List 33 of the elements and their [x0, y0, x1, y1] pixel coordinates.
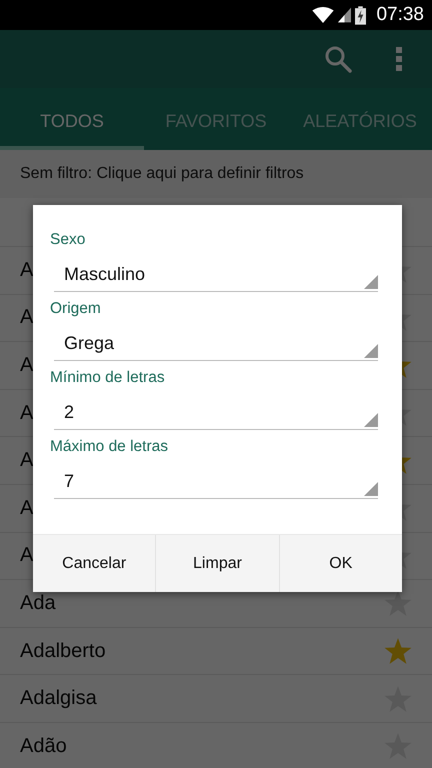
field-label: Máximo de letras: [50, 438, 170, 457]
star-icon[interactable]: [384, 637, 412, 666]
dropdown-triangle-icon: [364, 344, 378, 358]
name-label[interactable]: Adalgisa: [20, 687, 97, 710]
search-icon[interactable]: [324, 45, 352, 73]
dropdown-triangle-icon: [364, 413, 378, 427]
name-label[interactable]: Ada: [20, 592, 56, 615]
name-label[interactable]: A: [20, 402, 34, 425]
dropdown[interactable]: Masculino: [54, 258, 378, 292]
dropdown[interactable]: 2: [54, 396, 378, 430]
name-label[interactable]: A: [20, 449, 34, 472]
name-label[interactable]: A: [20, 496, 34, 520]
name-label[interactable]: Adalberto: [20, 640, 106, 663]
name-label[interactable]: A: [20, 258, 34, 282]
name-label[interactable]: A: [20, 544, 34, 568]
dropdown[interactable]: 7: [54, 465, 378, 499]
field-label: Mínimo de letras: [50, 369, 166, 388]
filter-bar[interactable]: Sem filtro: Clique aqui para definir filtros: [0, 150, 432, 198]
filter-text[interactable]: Sem filtro: Clique aqui para definir filtros: [20, 165, 304, 183]
dropdown-triangle-icon: [364, 482, 378, 496]
battery-charging-icon: [355, 6, 366, 24]
field-label: Origem: [50, 300, 102, 319]
name-label[interactable]: A: [20, 306, 34, 330]
name-label[interactable]: Adão: [20, 734, 67, 758]
dropdown-triangle-icon: [364, 275, 378, 289]
field-label: Sexo: [50, 231, 86, 250]
star-icon[interactable]: [384, 589, 412, 618]
dropdown[interactable]: Grega: [54, 327, 378, 361]
signal-icon: [338, 7, 352, 23]
wifi-icon: [312, 7, 334, 23]
overflow-menu-icon[interactable]: [396, 47, 402, 71]
name-label[interactable]: A: [20, 354, 34, 377]
status-time: 07:38: [376, 4, 424, 26]
